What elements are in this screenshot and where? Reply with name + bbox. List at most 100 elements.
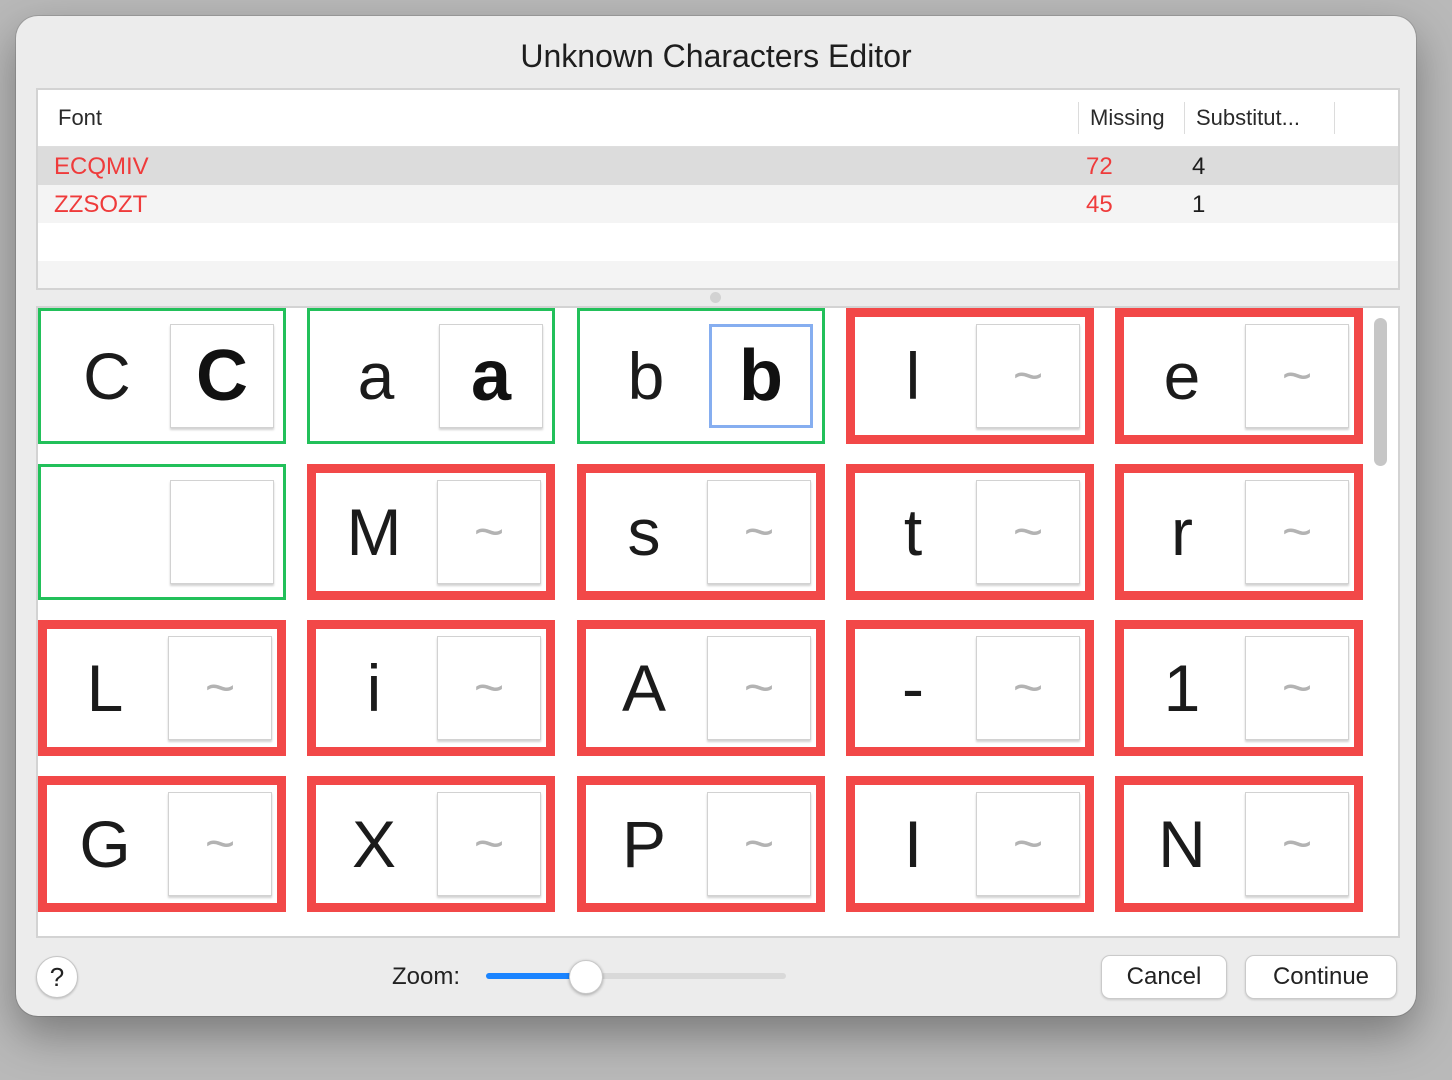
substitute-well[interactable]: ~ bbox=[1245, 792, 1349, 896]
column-header-font[interactable]: Font bbox=[58, 105, 102, 131]
zoom-slider[interactable] bbox=[486, 960, 786, 994]
no-substitute-placeholder: ~ bbox=[473, 815, 505, 873]
glyph-card[interactable]: CC bbox=[38, 308, 286, 444]
no-substitute-placeholder: ~ bbox=[473, 659, 505, 717]
no-substitute-placeholder: ~ bbox=[204, 659, 236, 717]
no-substitute-placeholder: ~ bbox=[743, 815, 775, 873]
glyph-card[interactable]: G ~ bbox=[38, 776, 286, 912]
unknown-characters-dialog: Unknown Characters Editor Font Missing S… bbox=[16, 16, 1416, 1016]
zoom-slider-knob[interactable] bbox=[569, 960, 603, 994]
grid-scrollbar[interactable] bbox=[1374, 318, 1387, 466]
font-name: ECQMIV bbox=[54, 153, 149, 180]
substitute-well[interactable]: ~ bbox=[1245, 636, 1349, 740]
no-substitute-placeholder: ~ bbox=[1281, 503, 1313, 561]
glyph-grid: C Ca a b b l ~ e ~ M ~ s ~ t ~ r ~ L ~ i ~ A ~ - ~1 ~ G ~ X ~ P ~ I ~ N ~ bbox=[36, 306, 1400, 938]
missing-count: 72 bbox=[1086, 153, 1113, 180]
no-substitute-placeholder: ~ bbox=[1281, 815, 1313, 873]
substitute-well[interactable]: ~ bbox=[976, 792, 1080, 896]
continue-button[interactable]: Continue bbox=[1245, 955, 1397, 999]
font-table: Font Missing Substitut... ECQMIV 72 4 ZZ… bbox=[36, 88, 1400, 290]
substitute-well[interactable]: ~ bbox=[437, 480, 541, 584]
original-glyph: a bbox=[357, 339, 395, 413]
empty-row bbox=[38, 223, 1398, 261]
original-glyph: P bbox=[621, 807, 667, 881]
original-glyph: X bbox=[351, 807, 397, 881]
substitute-well[interactable]: b bbox=[709, 324, 813, 428]
cancel-button[interactable]: Cancel bbox=[1101, 955, 1227, 999]
glyph-card[interactable]: - ~ bbox=[846, 620, 1094, 756]
column-separator[interactable] bbox=[1184, 102, 1185, 134]
column-separator[interactable] bbox=[1078, 102, 1079, 134]
glyph-card[interactable]: N ~ bbox=[1115, 776, 1363, 912]
substitute-well[interactable]: ~ bbox=[976, 636, 1080, 740]
original-glyph: l bbox=[905, 339, 921, 413]
original-glyph: - bbox=[902, 651, 924, 725]
substitute-glyph: a bbox=[470, 336, 512, 416]
column-separator[interactable] bbox=[1334, 102, 1335, 134]
original-glyph: b bbox=[627, 339, 665, 413]
original-glyph: G bbox=[79, 807, 131, 881]
font-row-selected[interactable]: ECQMIV 72 4 bbox=[38, 147, 1398, 185]
original-glyph: N bbox=[1158, 807, 1206, 881]
substitute-well[interactable]: ~ bbox=[707, 480, 811, 584]
glyph-card[interactable]: I ~ bbox=[846, 776, 1094, 912]
substitute-well[interactable]: ~ bbox=[1245, 480, 1349, 584]
no-substitute-placeholder: ~ bbox=[1012, 347, 1044, 405]
glyph-card[interactable]: aa bbox=[307, 308, 555, 444]
column-header-missing[interactable]: Missing bbox=[1090, 105, 1165, 131]
glyph-card[interactable]: X ~ bbox=[307, 776, 555, 912]
dialog-title: Unknown Characters Editor bbox=[520, 38, 912, 74]
substitute-well[interactable] bbox=[170, 480, 274, 584]
no-substitute-placeholder: ~ bbox=[743, 659, 775, 717]
glyph-card[interactable] bbox=[38, 464, 286, 600]
glyph-card[interactable]: A ~ bbox=[577, 620, 825, 756]
glyph-card[interactable]: r ~ bbox=[1115, 464, 1363, 600]
substitute-well[interactable]: ~ bbox=[168, 792, 272, 896]
font-table-header: Font Missing Substitut... bbox=[38, 90, 1398, 147]
column-header-substitutions[interactable]: Substitut... bbox=[1196, 105, 1300, 131]
glyph-card[interactable]: L ~ bbox=[38, 620, 286, 756]
original-glyph: s bbox=[627, 495, 661, 569]
no-substitute-placeholder: ~ bbox=[473, 503, 505, 561]
substitute-well[interactable]: ~ bbox=[707, 792, 811, 896]
glyph-card[interactable]: l ~ bbox=[846, 308, 1094, 444]
original-glyph: A bbox=[621, 651, 667, 725]
help-button[interactable]: ? bbox=[36, 956, 78, 998]
original-glyph: 1 bbox=[1163, 651, 1201, 725]
substitution-count: 4 bbox=[1192, 153, 1206, 180]
original-glyph: i bbox=[366, 651, 382, 725]
missing-count: 45 bbox=[1086, 191, 1113, 218]
substitute-well[interactable]: C bbox=[170, 324, 274, 428]
no-substitute-placeholder: ~ bbox=[204, 815, 236, 873]
glyph-card[interactable]: 1 ~ bbox=[1115, 620, 1363, 756]
no-substitute-placeholder: ~ bbox=[1281, 347, 1313, 405]
no-substitute-placeholder: ~ bbox=[1281, 659, 1313, 717]
glyph-card[interactable]: s ~ bbox=[577, 464, 825, 600]
glyph-card[interactable]: bb bbox=[577, 308, 825, 444]
empty-row bbox=[38, 261, 1398, 288]
substitute-glyph: b bbox=[739, 336, 783, 416]
substitute-well[interactable]: ~ bbox=[437, 636, 541, 740]
glyph-card[interactable]: P ~ bbox=[577, 776, 825, 912]
substitute-well[interactable]: a bbox=[439, 324, 543, 428]
splitter-handle[interactable] bbox=[710, 292, 721, 303]
substitute-glyph: C bbox=[196, 336, 248, 416]
glyph-card[interactable]: M ~ bbox=[307, 464, 555, 600]
original-glyph: r bbox=[1171, 495, 1193, 569]
glyph-card[interactable]: e ~ bbox=[1115, 308, 1363, 444]
original-glyph: I bbox=[903, 807, 923, 881]
substitute-well[interactable]: ~ bbox=[1245, 324, 1349, 428]
substitute-well[interactable]: ~ bbox=[707, 636, 811, 740]
glyph-card[interactable]: i ~ bbox=[307, 620, 555, 756]
original-glyph: L bbox=[86, 651, 124, 725]
no-substitute-placeholder: ~ bbox=[1012, 503, 1044, 561]
substitute-well[interactable]: ~ bbox=[168, 636, 272, 740]
substitute-well[interactable]: ~ bbox=[437, 792, 541, 896]
original-glyph: t bbox=[903, 495, 923, 569]
substitute-well[interactable]: ~ bbox=[976, 480, 1080, 584]
glyph-card[interactable]: t ~ bbox=[846, 464, 1094, 600]
no-substitute-placeholder: ~ bbox=[743, 503, 775, 561]
font-row[interactable]: ZZSOZT 45 1 bbox=[38, 185, 1398, 223]
substitute-well[interactable]: ~ bbox=[976, 324, 1080, 428]
no-substitute-placeholder: ~ bbox=[1012, 659, 1044, 717]
